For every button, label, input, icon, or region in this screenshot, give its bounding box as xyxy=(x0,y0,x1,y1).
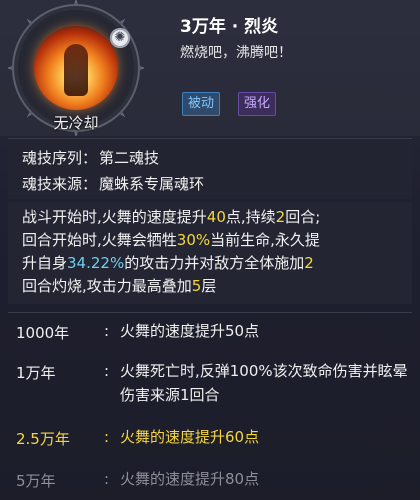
year-effect-50000: 火舞的速度提升80点 xyxy=(120,470,260,488)
skill-source-row: 魂技来源： 魔蛛系专属魂环 xyxy=(22,173,204,194)
year-label-10000: 1万年 xyxy=(16,364,56,382)
description-line-2: 回合开始时,火舞会牺牲30%当前生命,永久提 xyxy=(22,231,320,249)
skill-order-value: 第二魂技 xyxy=(99,149,160,167)
year-label-1000: 1000年 xyxy=(16,324,70,342)
year-colon: : xyxy=(104,362,110,380)
skill-header: ✺ 无冷却 3万年 · 烈炎 燃烧吧，沸腾吧！ 被动 强化 xyxy=(0,0,420,136)
description-line-4: 回合灼烧,攻击力最高叠加5层 xyxy=(22,277,217,295)
year-colon: : xyxy=(104,470,110,488)
year-label-25000: 2.5万年 xyxy=(16,430,70,448)
skill-subtitle: 燃烧吧，沸腾吧！ xyxy=(180,45,292,61)
year-effect-1000: 火舞的速度提升50点 xyxy=(120,322,260,340)
year-label-50000: 5万年 xyxy=(16,472,56,490)
skill-icon: ✺ 无冷却 xyxy=(8,0,144,136)
tag-passive: 被动 xyxy=(182,92,221,116)
description-line-3: 升自身34.22%的攻击力并对敌方全体施加2 xyxy=(22,254,314,272)
skill-source-label: 魂技来源： xyxy=(22,175,98,193)
skill-order-row: 魂技序列： 第二魂技 xyxy=(22,147,159,168)
year-effect-25000: 火舞的速度提升60点 xyxy=(120,428,260,446)
skill-order-label: 魂技序列： xyxy=(22,149,98,167)
tag-enhance: 强化 xyxy=(238,92,277,116)
divider xyxy=(8,312,412,313)
skill-title: 3万年 · 烈炎 xyxy=(180,17,279,37)
character-silhouette-icon xyxy=(64,44,88,96)
year-colon: : xyxy=(104,322,110,340)
skill-source-value: 魔蛛系专属魂环 xyxy=(99,175,205,193)
year-effect-10000: 火舞死亡时,反弹100%该次致命伤害并眩晕伤害来源1回合 xyxy=(120,362,408,404)
description-line-1: 战斗开始时,火舞的速度提升40点,持续2回合; xyxy=(22,208,321,226)
skill-meta: 魂技序列： 第二魂技 魂技来源： 魔蛛系专属魂环 xyxy=(8,138,412,199)
year-colon: : xyxy=(104,428,110,446)
skill-description: 战斗开始时,火舞的速度提升40点,持续2回合; 回合开始时,火舞会牺牲30%当前… xyxy=(8,202,412,304)
cooldown-label: 无冷却 xyxy=(53,114,99,132)
spider-emblem-icon: ✺ xyxy=(110,28,130,48)
skill-detail-card: ✺ 无冷却 3万年 · 烈炎 燃烧吧，沸腾吧！ 被动 强化 魂技序列： 第二魂技 … xyxy=(0,0,420,500)
